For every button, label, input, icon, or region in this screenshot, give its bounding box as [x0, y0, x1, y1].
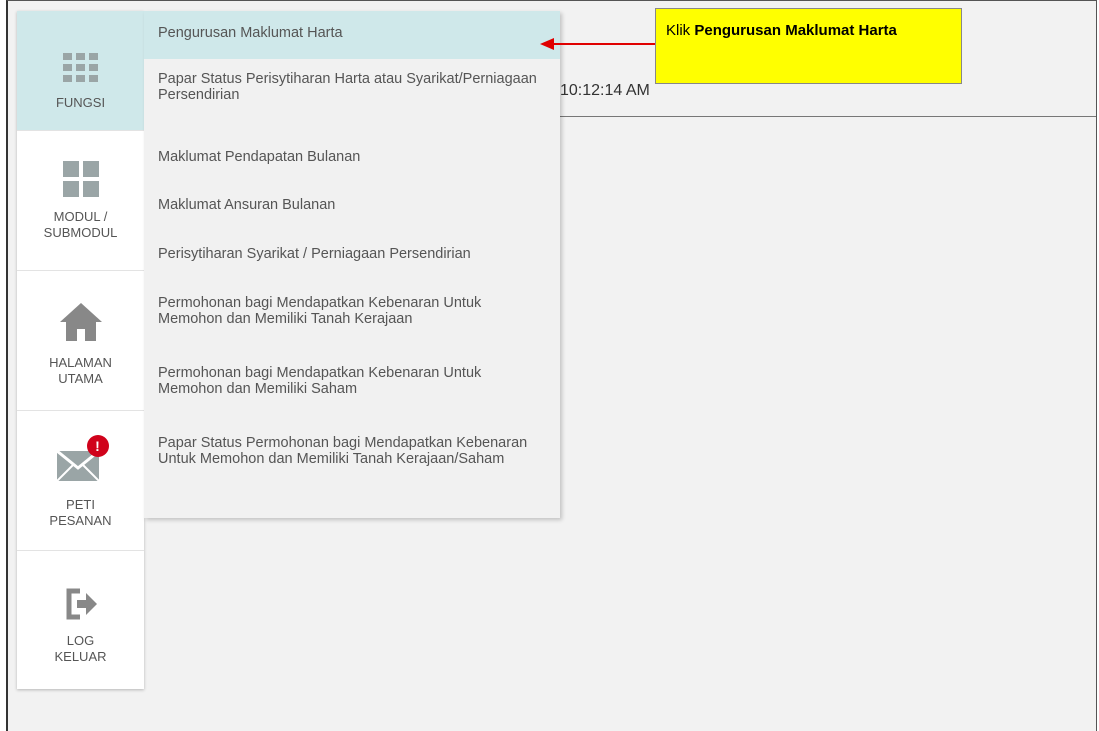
- clock-time: 10:12:14 AM: [560, 82, 650, 99]
- grid-icon: [62, 53, 98, 82]
- menu-item-perisytiharan-syarikat[interactable]: Perisytiharan Syarikat / Perniagaan Pers…: [144, 246, 560, 262]
- sidebar-item-halaman-utama[interactable]: HALAMAN UTAMA: [17, 271, 144, 411]
- menu-item-maklumat-pendapatan-bulanan[interactable]: Maklumat Pendapatan Bulanan: [144, 149, 560, 165]
- callout-bold-text: Pengurusan Maklumat Harta: [694, 22, 897, 39]
- notification-badge: !: [86, 435, 109, 457]
- menu-item-pengurusan-maklumat-harta[interactable]: Pengurusan Maklumat Harta: [144, 11, 560, 59]
- sidebar-item-modul[interactable]: MODUL / SUBMODUL: [17, 131, 144, 271]
- modules-icon: [62, 161, 99, 197]
- sidebar-item-label: HALAMAN UTAMA: [49, 355, 112, 386]
- sidebar-item-peti-pesanan[interactable]: ! PETI PESANAN: [17, 411, 144, 551]
- sidebar-item-label: FUNGSI: [55, 95, 106, 110]
- header-divider: [560, 116, 1096, 117]
- callout-arrow: [540, 38, 660, 50]
- menu-item-permohonan-tanah-kerajaan[interactable]: Permohonan bagi Mendapatkan Kebenaran Un…: [144, 295, 560, 327]
- fungsi-dropdown-menu: Pengurusan Maklumat Harta Papar Status P…: [144, 11, 560, 518]
- menu-item-permohonan-saham[interactable]: Permohonan bagi Mendapatkan Kebenaran Un…: [144, 365, 560, 397]
- sidebar: FUNGSI MODUL / SUBMODUL HALAMAN UTAMA ! …: [17, 11, 144, 689]
- menu-item-papar-status-perisytiharan[interactable]: Papar Status Perisytiharan Harta atau Sy…: [144, 71, 560, 103]
- callout-prefix: Klik: [666, 22, 695, 39]
- menu-item-papar-status-permohonan[interactable]: Papar Status Permohonan bagi Mendapatkan…: [144, 435, 560, 467]
- sidebar-item-log-keluar[interactable]: LOG KELUAR: [17, 551, 144, 689]
- home-icon: [59, 303, 102, 341]
- sidebar-item-label: PETI PESANAN: [49, 497, 112, 528]
- logout-icon: [66, 588, 97, 620]
- menu-item-maklumat-ansuran-bulanan[interactable]: Maklumat Ansuran Bulanan: [144, 197, 560, 213]
- app-window: 10:12:14 AM FUNGSI MODUL / SUBMODUL HALA…: [6, 0, 1097, 731]
- sidebar-item-fungsi[interactable]: FUNGSI: [17, 11, 144, 131]
- sidebar-item-label: MODUL / SUBMODUL: [43, 209, 118, 240]
- sidebar-item-label: LOG KELUAR: [54, 633, 107, 664]
- instruction-callout: Klik Pengurusan Maklumat Harta: [655, 8, 962, 84]
